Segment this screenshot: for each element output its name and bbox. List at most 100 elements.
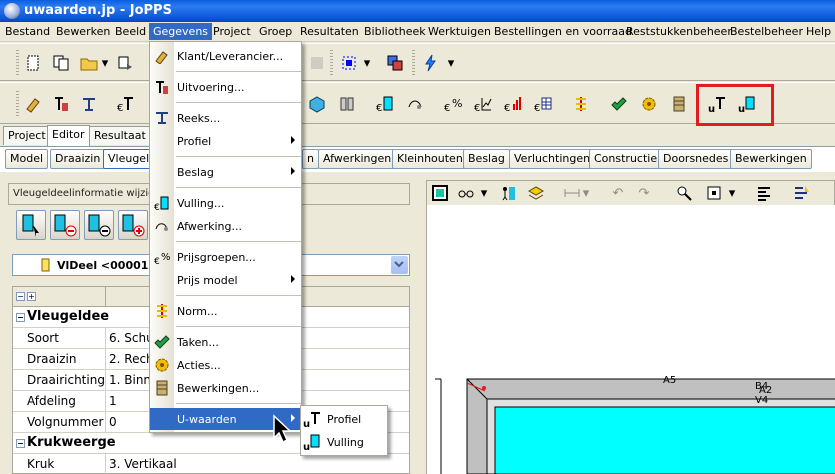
euro-filling-icon[interactable]: € [374, 93, 396, 115]
chevron-down-icon[interactable]: ▾ [479, 182, 489, 204]
menu-bewerken[interactable]: Bewerken [56, 25, 110, 38]
person-icon[interactable] [497, 182, 519, 204]
filling-icon: € [154, 195, 170, 213]
tab-afwerkingen[interactable]: Afwerkingen [318, 149, 397, 169]
menu-item-vulling[interactable]: € Vulling... [150, 192, 301, 214]
submenu-arrow-icon [291, 275, 295, 283]
part-add-icon[interactable] [118, 210, 148, 240]
frame-icon[interactable] [429, 182, 451, 204]
settings-icon[interactable] [791, 182, 813, 204]
menu-item-acties[interactable]: Acties... [150, 354, 301, 376]
chevron-down-icon[interactable]: ▾ [362, 52, 372, 74]
tab-vleugel[interactable]: Vleugel [103, 149, 155, 169]
chevron-down-icon[interactable]: ▾ [100, 52, 110, 74]
menu-bestand[interactable]: Bestand [5, 25, 50, 38]
part-remove-icon[interactable] [84, 210, 114, 240]
tasks-icon [154, 334, 170, 350]
menu-help[interactable]: Help [806, 25, 831, 38]
tab-resultaat[interactable]: Resultaat [89, 126, 151, 145]
collapse-icon[interactable]: − [16, 313, 25, 322]
menu-item-prijs-model[interactable]: Prijs model [150, 269, 301, 291]
submenu-item-vulling[interactable]: u Vulling [301, 431, 387, 453]
combo-arrow-icon[interactable] [391, 256, 408, 274]
glasses-icon[interactable] [455, 182, 477, 204]
tab-bewerkingen[interactable]: Bewerkingen [730, 149, 812, 169]
lightning-icon[interactable] [420, 52, 442, 74]
snap-icon[interactable] [703, 182, 725, 204]
title-bar: uwaarden.jp - JoPPS [0, 0, 835, 22]
collapse-all-icon[interactable]: − [16, 292, 25, 301]
tab-model[interactable]: Model [5, 149, 49, 169]
align-icon[interactable] [753, 182, 775, 204]
hardware-icon[interactable] [336, 93, 358, 115]
chevron-down-icon: ▾ [582, 185, 590, 201]
menu-item-bewerkingen[interactable]: Bewerkingen... [150, 377, 301, 399]
toolbar-grip [16, 91, 19, 117]
part-left-icon[interactable] [50, 210, 80, 240]
grid-select-icon[interactable] [338, 52, 360, 74]
menu-gegevens[interactable]: Gegevens [149, 23, 213, 40]
cube-icon[interactable] [306, 93, 328, 115]
new-icon[interactable] [22, 52, 44, 74]
tab-editor[interactable]: Editor [47, 125, 90, 146]
sub-tab-strip: Model Draaizin Vleugel n Afwerkingen Kle… [0, 146, 835, 172]
tab-kleinhouten[interactable]: Kleinhouten [392, 149, 468, 169]
windows-icon[interactable] [384, 52, 406, 74]
open-folder-icon[interactable] [78, 52, 100, 74]
menu-bestelbeheer[interactable]: Bestelbeheer [730, 25, 803, 38]
tab-project[interactable]: Project [3, 126, 51, 145]
menu-separator [176, 241, 301, 242]
tasks-icon[interactable] [608, 93, 630, 115]
finish-icon [154, 218, 170, 234]
copy-icon[interactable] [50, 52, 72, 74]
chevron-down-icon[interactable]: ▾ [727, 182, 737, 204]
chevron-down-icon[interactable]: ▾ [446, 52, 456, 74]
u-waarden-submenu: u Profiel u Vulling [300, 405, 388, 456]
menu-item-beslag[interactable]: Beslag [150, 161, 301, 183]
submenu-item-profiel[interactable]: u Profiel [301, 408, 387, 430]
price-groups-icon[interactable]: €% [442, 93, 464, 115]
price-table-icon[interactable]: € [532, 93, 554, 115]
tab-constructie[interactable]: Constructie [589, 149, 663, 169]
series-icon[interactable] [78, 93, 100, 115]
actions-icon[interactable] [638, 93, 660, 115]
collapse-icon[interactable]: − [16, 439, 25, 448]
dimension-icon [561, 182, 583, 204]
menu-item-reeks[interactable]: Reeks... [150, 107, 301, 129]
execution-icon[interactable] [50, 93, 72, 115]
layers-icon[interactable] [525, 182, 547, 204]
tab-beslag[interactable]: Beslag [463, 149, 510, 169]
zoom-icon[interactable] [673, 182, 695, 204]
operations-icon[interactable] [668, 93, 690, 115]
norm-icon[interactable] [570, 93, 592, 115]
menu-beeld[interactable]: Beeld [115, 25, 146, 38]
export-icon[interactable] [114, 52, 136, 74]
menu-bibliotheek[interactable]: Bibliotheek [364, 25, 426, 38]
menu-reststukkenbeheer[interactable]: Reststukkenbeheer [626, 25, 732, 38]
euro-profile-icon[interactable]: € [114, 93, 136, 115]
tab-verluchtingen[interactable]: Verluchtingen [509, 149, 596, 169]
menu-item-klant[interactable]: Klant/Leverancier... [150, 45, 301, 67]
price-chart-icon[interactable]: € [472, 93, 494, 115]
menu-item-prijsgroepen[interactable]: €% Prijsgroepen... [150, 246, 301, 268]
menu-item-taken[interactable]: Taken... [150, 331, 301, 353]
menu-resultaten[interactable]: Resultaten [300, 25, 359, 38]
table-row[interactable]: Kruk 3. Vertikaal [13, 454, 409, 474]
tab-hidden[interactable]: n [302, 149, 319, 169]
customer-icon[interactable] [22, 93, 44, 115]
tab-doorsnedes[interactable]: Doorsnedes [658, 149, 734, 169]
drawing-canvas[interactable]: A5 B4 A2 V4 [426, 205, 835, 474]
menu-bestellingen[interactable]: Bestellingen en voorraad [494, 25, 632, 38]
menu-groep[interactable]: Groep [259, 25, 292, 38]
tab-draaizin[interactable]: Draaizin [50, 149, 106, 169]
expand-all-icon[interactable]: + [27, 292, 36, 301]
menu-project[interactable]: Project [213, 25, 251, 38]
menu-item-norm[interactable]: Norm... [150, 300, 301, 322]
menu-item-afwerking[interactable]: Afwerking... [150, 215, 301, 237]
menu-werktuigen[interactable]: Werktuigen [428, 25, 491, 38]
finish-icon[interactable] [404, 93, 426, 115]
menu-item-uitvoering[interactable]: Uitvoering... [150, 76, 301, 98]
select-part-icon[interactable] [16, 210, 46, 240]
menu-item-profiel[interactable]: Profiel [150, 130, 301, 152]
price-bars-icon[interactable]: € [502, 93, 524, 115]
